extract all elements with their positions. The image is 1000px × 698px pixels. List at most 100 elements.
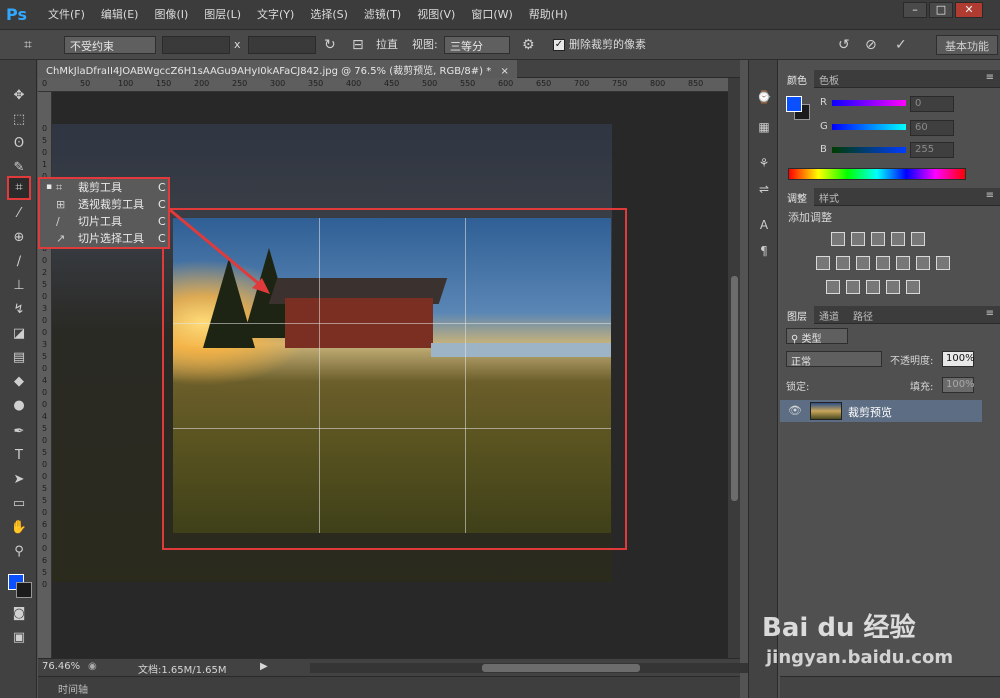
b-slider[interactable] bbox=[832, 147, 906, 153]
adjustment-icon[interactable] bbox=[876, 256, 890, 270]
background-color-swatch[interactable] bbox=[16, 582, 32, 598]
ratio-select[interactable]: 不受约束 bbox=[64, 36, 156, 54]
width-field[interactable] bbox=[162, 36, 230, 54]
straighten-button[interactable]: 拉直 bbox=[376, 36, 398, 54]
adjustment-icon[interactable] bbox=[886, 280, 900, 294]
fill-input[interactable]: 100% bbox=[942, 377, 975, 393]
menu-image[interactable]: 图像(I) bbox=[146, 0, 196, 30]
adjustment-icon[interactable] bbox=[836, 256, 850, 270]
history-brush-icon[interactable]: ↯ bbox=[9, 300, 29, 320]
blur-tool-icon[interactable]: ◆ bbox=[9, 372, 29, 392]
character-icon[interactable]: A bbox=[755, 216, 773, 234]
eyedropper-tool-icon[interactable]: ⁄ bbox=[9, 204, 29, 224]
shape-tool-icon[interactable]: ▭ bbox=[9, 494, 29, 514]
adjustment-icon[interactable] bbox=[851, 232, 865, 246]
reset-icon[interactable]: ↺ bbox=[838, 36, 850, 54]
adjustment-icon[interactable] bbox=[911, 232, 925, 246]
maximize-button[interactable]: □ bbox=[929, 2, 953, 18]
adjustment-icon[interactable] bbox=[816, 256, 830, 270]
b-value[interactable]: 255 bbox=[910, 142, 954, 158]
minimize-button[interactable]: – bbox=[903, 2, 927, 18]
panel-menu-icon[interactable]: ≡ bbox=[986, 72, 994, 83]
adjustment-icon[interactable] bbox=[831, 232, 845, 246]
adjustment-icon[interactable] bbox=[846, 280, 860, 294]
quick-select-tool-icon[interactable]: ✎ bbox=[9, 158, 29, 178]
tab-adjustments[interactable]: 调整 bbox=[780, 188, 814, 206]
adjustment-icon[interactable] bbox=[866, 280, 880, 294]
timeline-panel[interactable]: 时间轴 bbox=[38, 676, 740, 698]
zoom-level[interactable]: 76.46% bbox=[42, 661, 80, 672]
adjustment-icon[interactable] bbox=[826, 280, 840, 294]
paragraph-icon[interactable]: ¶ bbox=[755, 242, 773, 260]
menu-layer[interactable]: 图层(L) bbox=[196, 0, 249, 30]
scroll-thumb[interactable] bbox=[731, 276, 738, 501]
eye-icon[interactable]: 👁 bbox=[788, 404, 802, 417]
tab-channels[interactable]: 通道 bbox=[812, 306, 846, 324]
tab-paths[interactable]: 路径 bbox=[846, 306, 880, 324]
marquee-tool-icon[interactable]: ⬚ bbox=[9, 110, 29, 130]
view-select[interactable]: 三等分 bbox=[444, 36, 510, 54]
g-value[interactable]: 60 bbox=[910, 120, 954, 136]
zoom-tool-icon[interactable]: ⚲ bbox=[9, 542, 29, 562]
horizontal-scrollbar[interactable] bbox=[310, 663, 754, 673]
gradient-tool-icon[interactable]: ▤ bbox=[9, 348, 29, 368]
menu-window[interactable]: 窗口(W) bbox=[463, 0, 520, 30]
close-button[interactable]: ✕ bbox=[955, 2, 983, 18]
move-tool-icon[interactable]: ✥ bbox=[9, 86, 29, 106]
r-value[interactable]: 0 bbox=[910, 96, 954, 112]
opacity-input[interactable]: 100% bbox=[942, 351, 975, 367]
status-menu-icon[interactable]: ▶ bbox=[260, 661, 268, 672]
menu-edit[interactable]: 编辑(E) bbox=[93, 0, 147, 30]
status-icon[interactable]: ◉ bbox=[88, 661, 97, 672]
adjustment-icon[interactable] bbox=[916, 256, 930, 270]
flyout-item-perspective-crop[interactable]: ⊞ 透视裁剪工具 C bbox=[44, 196, 168, 213]
healing-tool-icon[interactable]: ⊕ bbox=[9, 228, 29, 248]
vertical-scrollbar[interactable] bbox=[728, 78, 740, 658]
r-slider[interactable] bbox=[832, 100, 906, 106]
panel-menu-icon[interactable]: ≡ bbox=[986, 308, 994, 319]
tool-presets-icon[interactable]: ⇌ bbox=[755, 180, 773, 198]
menu-help[interactable]: 帮助(H) bbox=[521, 0, 576, 30]
screen-mode-icon[interactable]: ▣ bbox=[9, 628, 29, 648]
straighten-icon[interactable]: ⊟ bbox=[352, 36, 364, 54]
scroll-thumb[interactable] bbox=[482, 664, 640, 672]
menu-view[interactable]: 视图(V) bbox=[409, 0, 463, 30]
commit-icon[interactable]: ✓ bbox=[895, 36, 907, 54]
flyout-item-slice[interactable]: ∕ 切片工具 C bbox=[44, 213, 168, 230]
lasso-tool-icon[interactable]: ʘ bbox=[9, 134, 29, 154]
menu-file[interactable]: 文件(F) bbox=[40, 0, 93, 30]
pen-tool-icon[interactable]: ✒ bbox=[9, 422, 29, 442]
foreground-color-swatch[interactable] bbox=[786, 96, 802, 112]
hand-tool-icon[interactable]: ✋ bbox=[9, 518, 29, 538]
path-select-icon[interactable]: ➤ bbox=[9, 470, 29, 490]
crop-tool-preset-icon[interactable]: ⌗ bbox=[24, 36, 32, 54]
menu-select[interactable]: 选择(S) bbox=[302, 0, 356, 30]
cancel-icon[interactable]: ⊘ bbox=[865, 36, 877, 54]
panel-menu-icon[interactable]: ≡ bbox=[986, 190, 994, 201]
tab-layers[interactable]: 图层 bbox=[780, 306, 814, 324]
adjustment-icon[interactable] bbox=[896, 256, 910, 270]
tab-color[interactable]: 颜色 bbox=[780, 70, 814, 88]
menu-filter[interactable]: 滤镜(T) bbox=[356, 0, 409, 30]
history-icon[interactable]: ⌚ bbox=[755, 88, 773, 106]
height-field[interactable] bbox=[248, 36, 316, 54]
flyout-item-slice-select[interactable]: ↗ 切片选择工具 C bbox=[44, 230, 168, 247]
adjustment-icon[interactable] bbox=[906, 280, 920, 294]
swap-icon[interactable]: ↻ bbox=[324, 36, 336, 54]
brush-tool-icon[interactable]: ∕ bbox=[9, 252, 29, 272]
g-slider[interactable] bbox=[832, 124, 906, 130]
delete-cropped-checkbox[interactable]: ✓ bbox=[553, 39, 565, 51]
tab-swatches[interactable]: 色板 bbox=[812, 70, 846, 88]
brush-presets-icon[interactable]: ⚘ bbox=[755, 154, 773, 172]
quick-mask-icon[interactable]: ◙ bbox=[9, 604, 29, 624]
layer-row[interactable]: 👁 裁剪预览 bbox=[780, 400, 982, 422]
workspace-button[interactable]: 基本功能 bbox=[936, 35, 998, 55]
dodge-tool-icon[interactable]: ● bbox=[9, 396, 29, 416]
properties-icon[interactable]: ▦ bbox=[755, 118, 773, 136]
type-tool-icon[interactable]: T bbox=[9, 446, 29, 466]
blend-mode-select[interactable]: 正常 bbox=[786, 351, 882, 368]
eraser-tool-icon[interactable]: ◪ bbox=[9, 324, 29, 344]
adjustment-icon[interactable] bbox=[936, 256, 950, 270]
adjustment-icon[interactable] bbox=[871, 232, 885, 246]
close-icon[interactable]: × bbox=[500, 66, 508, 77]
